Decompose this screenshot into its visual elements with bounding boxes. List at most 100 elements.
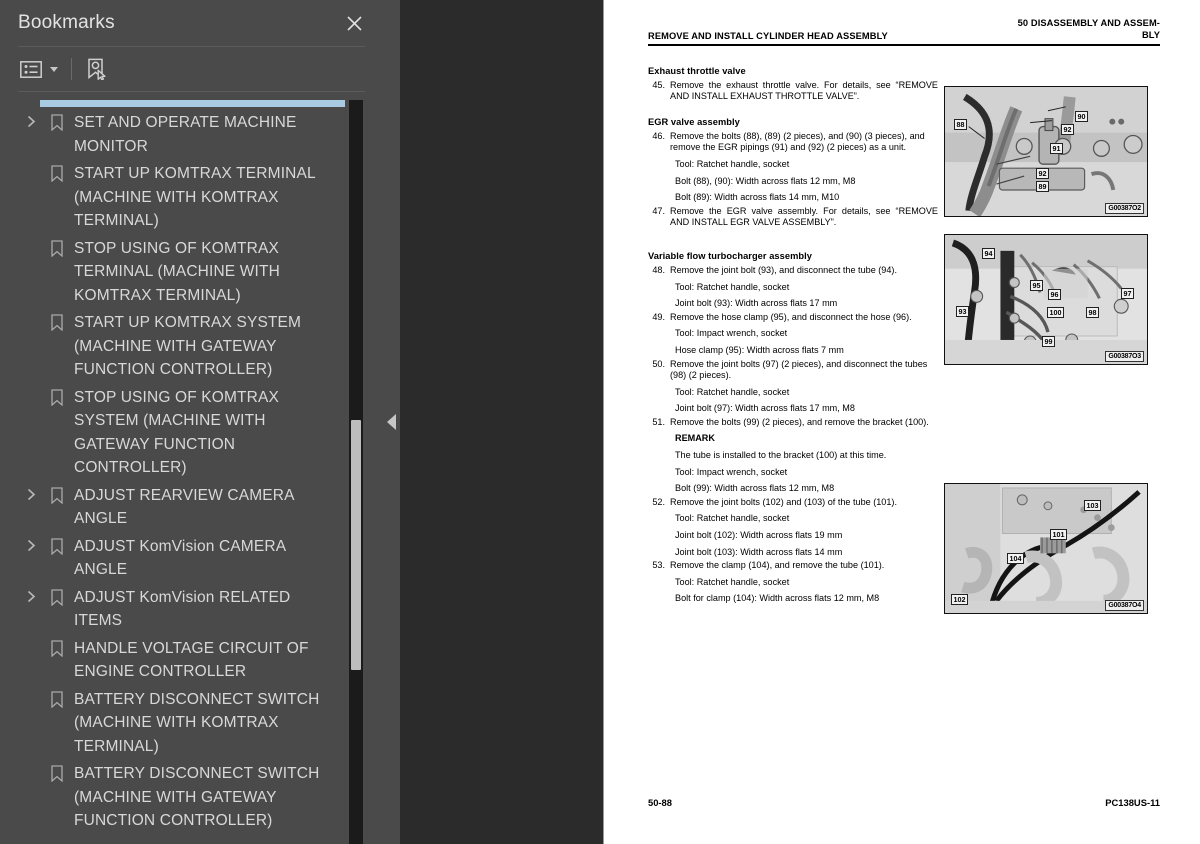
bookmark-icon bbox=[44, 111, 70, 131]
bookmark-label: BATTERY DISCONNECT SWITCH (MACHINE WITH … bbox=[74, 690, 320, 755]
bookmark-label: START UP KOMTRAX TERMINAL (MACHINE WITH … bbox=[74, 165, 316, 229]
figure-callout: 103 bbox=[1084, 499, 1101, 511]
bookmarks-panel-header: Bookmarks bbox=[0, 0, 383, 46]
step-45-text: Remove the exhaust throttle valve. For d… bbox=[670, 79, 938, 102]
bookmark-icon bbox=[44, 637, 70, 657]
figure-id: G00387O3 bbox=[1105, 350, 1144, 362]
chevron-right-icon[interactable] bbox=[18, 111, 44, 128]
bookmark-icon bbox=[44, 162, 70, 182]
figure-callout: 100 bbox=[1047, 306, 1064, 318]
step-47-text: Remove the EGR valve assembly. For detai… bbox=[670, 205, 938, 228]
step-46-text: Remove the bolts (88), (89) (2 pieces), … bbox=[670, 130, 925, 153]
list-options-icon[interactable] bbox=[18, 54, 44, 84]
bookmark-label: STOP USING OF KOMTRAX TERMINAL (MACHINE … bbox=[74, 239, 280, 304]
step-46: 46. Remove the bolts (88), (89) (2 piece… bbox=[648, 131, 938, 154]
bookmarks-toolbar bbox=[0, 47, 383, 131]
step-50: 50. Remove the joint bolts (97) (2 piece… bbox=[648, 359, 938, 382]
bookmark-label: ADJUST KomVision CAMERA ANGLE bbox=[74, 537, 286, 579]
viewer-background-gutter bbox=[400, 0, 603, 844]
figure-callout: 96 bbox=[1048, 288, 1061, 300]
bookmark-item[interactable]: STOP USING OF KOMTRAX SYSTEM (MACHINE WI… bbox=[18, 384, 341, 482]
step-48-spec-1: Joint bolt (93): Width across flats 17 m… bbox=[675, 298, 838, 309]
toolbar-separator bbox=[71, 58, 72, 80]
bookmark-icon bbox=[44, 311, 70, 331]
step-53-number: 53. bbox=[652, 560, 665, 571]
step-53-tool: Tool: Ratchet handle, socket bbox=[675, 576, 790, 587]
step-48-number: 48. bbox=[652, 264, 665, 275]
figure-tube-clamp: G00387O4 103 101 104 102 bbox=[944, 482, 1148, 614]
chevron-down-icon[interactable] bbox=[50, 66, 58, 72]
close-icon[interactable] bbox=[341, 10, 367, 36]
figure-callout: 94 bbox=[982, 247, 995, 259]
step-49-number: 49. bbox=[652, 311, 665, 322]
bookmark-icon bbox=[44, 688, 70, 708]
bookmarks-scrollbar-thumb[interactable] bbox=[351, 420, 361, 670]
document-page: REMOVE AND INSTALL CYLINDER HEAD ASSEMBL… bbox=[603, 0, 1200, 844]
bookmark-item[interactable]: START UP KOMTRAX TERMINAL (MACHINE WITH … bbox=[18, 160, 341, 235]
selected-bookmark-highlight bbox=[40, 100, 345, 107]
bookmark-item[interactable]: ADJUST KomVision CAMERA ANGLE bbox=[18, 533, 341, 584]
panel-collapse-handle[interactable] bbox=[383, 0, 400, 844]
bookmarks-panel: Bookmarks SET AND OPERATE MACHINE MONITO… bbox=[0, 0, 383, 844]
figure-turbocharger-tubes: G00387O3 94 95 96 97 93 100 98 99 bbox=[944, 233, 1148, 365]
collapse-panel-left-icon[interactable] bbox=[387, 414, 396, 430]
page-footer: 50-88 PC138US-11 bbox=[648, 797, 1160, 808]
step-45-number: 45. bbox=[652, 79, 665, 90]
step-48: 48. Remove the joint bolt (93), and disc… bbox=[648, 265, 938, 277]
page-body: Exhaust throttle valve 45. Remove the ex… bbox=[648, 66, 1160, 614]
step-49-spec-1: Hose clamp (95): Width across flats 7 mm bbox=[675, 344, 844, 355]
step-46-number: 46. bbox=[652, 130, 665, 141]
step-48-tool: Tool: Ratchet handle, socket bbox=[675, 281, 790, 292]
pdf-reader-window: Bookmarks SET AND OPERATE MACHINE MONITO… bbox=[0, 0, 1200, 844]
bookmark-label: SET AND OPERATE MACHINE MONITOR bbox=[74, 114, 297, 155]
step-51-remark-heading: REMARK bbox=[675, 433, 715, 444]
toolbar-divider bbox=[18, 91, 365, 92]
step-50-text: Remove the joint bolts (97) (2 pieces), … bbox=[670, 358, 928, 381]
new-bookmark-icon[interactable] bbox=[85, 54, 109, 84]
bookmark-item[interactable]: STOP USING OF KOMTRAX TERMINAL (MACHINE … bbox=[18, 235, 341, 310]
bookmark-icon bbox=[44, 535, 70, 555]
figure-callout: 104 bbox=[1007, 552, 1024, 564]
bookmark-item[interactable]: BATTERY DISCONNECT SWITCH (MACHINE WITH … bbox=[18, 760, 341, 835]
bookmark-item[interactable]: HANDLE VOLTAGE CIRCUIT OF ENGINE CONTROL… bbox=[18, 635, 341, 686]
step-49-tool: Tool: Impact wrench, socket bbox=[675, 328, 788, 339]
bookmark-item[interactable]: ADJUST REARVIEW CAMERA ANGLE bbox=[18, 482, 341, 533]
figure-callout: 98 bbox=[1086, 306, 1099, 318]
footer-model-number: PC138US-11 bbox=[1105, 797, 1160, 808]
header-chapter-title: 50 DISASSEMBLY AND ASSEM-BLY bbox=[1017, 18, 1160, 40]
step-52-spec-2: Joint bolt (103): Width across flats 14 … bbox=[675, 546, 843, 557]
section-heading-egr-valve-assembly: EGR valve assembly bbox=[648, 116, 740, 127]
step-47: 47. Remove the EGR valve assembly. For d… bbox=[648, 206, 938, 229]
figure-callout: 101 bbox=[1050, 528, 1067, 540]
step-49-text: Remove the hose clamp (95), and disconne… bbox=[670, 311, 912, 322]
figure-callout: 92 bbox=[1036, 167, 1049, 179]
step-50-spec-1: Joint bolt (97): Width across flats 17 m… bbox=[675, 403, 855, 414]
bookmarks-scrollbar-track[interactable] bbox=[349, 100, 363, 844]
step-46-spec-2: Bolt (89): Width across flats 14 mm, M10 bbox=[675, 192, 840, 203]
step-52-text: Remove the joint bolts (102) and (103) o… bbox=[670, 496, 897, 507]
chevron-right-icon[interactable] bbox=[18, 586, 44, 603]
step-52-number: 52. bbox=[652, 496, 665, 507]
chevron-right-icon[interactable] bbox=[18, 535, 44, 552]
figure-callout: 97 bbox=[1121, 287, 1134, 299]
bookmark-item[interactable]: START UP KOMTRAX SYSTEM (MACHINE WITH GA… bbox=[18, 309, 341, 384]
step-48-text: Remove the joint bolt (93), and disconne… bbox=[670, 264, 897, 275]
bookmark-item[interactable]: BATTERY DISCONNECT SWITCH (MACHINE WITH … bbox=[18, 686, 341, 761]
chevron-right-icon[interactable] bbox=[18, 484, 44, 501]
step-51: 51. Remove the bolts (99) (2 pieces), an… bbox=[648, 417, 938, 429]
figure-id: G00387O2 bbox=[1105, 202, 1144, 214]
figure-callout: 90 bbox=[1075, 110, 1088, 122]
bookmark-label: ADJUST KomVision RELATED ITEMS bbox=[74, 588, 291, 630]
bookmark-item[interactable]: SET AND OPERATE MACHINE MONITOR bbox=[18, 109, 341, 160]
bookmarks-list-region: SET AND OPERATE MACHINE MONITOR START UP … bbox=[18, 100, 373, 844]
step-50-number: 50. bbox=[652, 358, 665, 369]
section-heading-variable-flow-turbocharger: Variable flow turbocharger assembly bbox=[648, 250, 812, 261]
step-53: 53. Remove the clamp (104), and remove t… bbox=[648, 560, 938, 572]
step-51-remark-text: The tube is installed to the bracket (10… bbox=[675, 450, 887, 461]
bookmark-item[interactable]: ADJUST KomVision RELATED ITEMS bbox=[18, 584, 341, 635]
bookmark-icon bbox=[44, 484, 70, 504]
bookmark-label: BATTERY DISCONNECT SWITCH (MACHINE WITH … bbox=[74, 765, 320, 829]
bookmark-label: HANDLE VOLTAGE CIRCUIT OF ENGINE CONTROL… bbox=[74, 639, 309, 681]
bookmarks-list[interactable]: SET AND OPERATE MACHINE MONITOR START UP … bbox=[18, 109, 373, 844]
step-52-tool: Tool: Ratchet handle, socket bbox=[675, 513, 790, 524]
